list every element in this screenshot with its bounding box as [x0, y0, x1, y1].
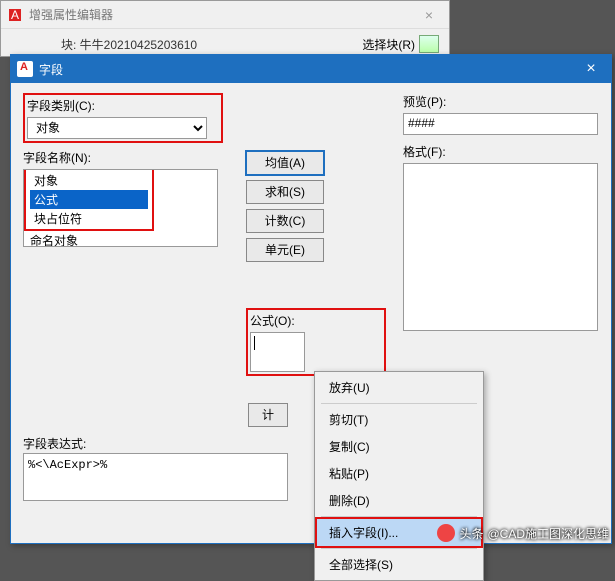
menu-separator — [321, 548, 477, 549]
watermark: 头条 @CAD施工图深化思维 — [437, 524, 609, 542]
formula-input[interactable] — [250, 332, 305, 372]
watermark-text: @CAD施工图深化思维 — [487, 525, 609, 542]
list-item[interactable]: 命名对象 — [24, 231, 217, 247]
expression-label: 字段表达式: — [23, 435, 86, 452]
dialog-body: 字段类别(C): 对象 字段名称(N): 对象 公式 块占位符 命名对象 预览 — [11, 83, 611, 341]
menu-separator — [321, 516, 477, 517]
dialog-icon — [17, 61, 33, 77]
menu-delete[interactable]: 删除(D) — [317, 487, 481, 514]
select-block-label: 选择块(R) — [362, 36, 415, 53]
avg-button[interactable]: 均值(A) — [246, 151, 324, 175]
cell-button[interactable]: 单元(E) — [246, 238, 324, 262]
svg-text:A: A — [11, 8, 19, 22]
list-item[interactable]: 块占位符 — [30, 209, 148, 228]
select-block-icon[interactable] — [419, 35, 439, 53]
close-icon[interactable]: × — [409, 7, 449, 23]
dialog-title: 字段 — [39, 61, 571, 78]
field-dialog: 字段 × 字段类别(C): 对象 字段名称(N): 对象 公式 块占位符 — [10, 54, 612, 544]
count-button[interactable]: 计数(C) — [246, 209, 324, 233]
back-titlebar: A 增强属性编辑器 × — [1, 1, 449, 29]
calc-button[interactable]: 计 — [248, 403, 288, 427]
preview-box: #### — [403, 113, 598, 135]
names-listbox[interactable]: 对象 公式 块占位符 命名对象 — [23, 169, 218, 247]
menu-cut[interactable]: 剪切(T) — [317, 406, 481, 433]
category-highlight: 字段类别(C): 对象 — [23, 93, 223, 143]
watermark-avatar-icon — [437, 524, 455, 542]
dialog-close-button[interactable]: × — [571, 55, 611, 83]
expression-box: %<\AcExpr>% — [23, 453, 288, 501]
block-label: 块: 牛牛20210425203610 — [11, 36, 197, 53]
attribute-editor-window: A 增强属性编辑器 × 块: 牛牛20210425203610 选择块(R) — [0, 0, 450, 57]
list-item[interactable]: 对象 — [30, 171, 148, 190]
category-label: 字段类别(C): — [27, 97, 219, 114]
menu-copy[interactable]: 复制(C) — [317, 433, 481, 460]
app-icon: A — [7, 7, 23, 23]
menu-select-all[interactable]: 全部选择(S) — [317, 551, 481, 578]
list-item[interactable]: 公式 — [30, 190, 148, 209]
dialog-titlebar[interactable]: 字段 × — [11, 55, 611, 83]
formula-label: 公式(O): — [250, 312, 382, 329]
format-listbox[interactable] — [403, 163, 598, 331]
watermark-prefix: 头条 — [459, 525, 483, 542]
names-highlight: 对象 公式 块占位符 — [24, 170, 154, 231]
preview-label: 预览(P): — [403, 93, 599, 110]
category-select[interactable]: 对象 — [27, 117, 207, 139]
menu-paste[interactable]: 粘贴(P) — [317, 460, 481, 487]
menu-undo[interactable]: 放弃(U) — [317, 374, 481, 401]
formula-area: 公式(O): — [246, 308, 386, 376]
names-label: 字段名称(N): — [23, 149, 223, 166]
select-block-group: 选择块(R) — [362, 35, 439, 53]
formula-highlight: 公式(O): — [246, 308, 386, 376]
back-window-title: 增强属性编辑器 — [29, 6, 409, 23]
function-buttons: 均值(A) 求和(S) 计数(C) 单元(E) — [246, 151, 324, 262]
format-label: 格式(F): — [403, 143, 599, 160]
sum-button[interactable]: 求和(S) — [246, 180, 324, 204]
context-menu: 放弃(U) 剪切(T) 复制(C) 粘贴(P) 删除(D) 插入字段(I)...… — [314, 371, 484, 581]
menu-separator — [321, 403, 477, 404]
